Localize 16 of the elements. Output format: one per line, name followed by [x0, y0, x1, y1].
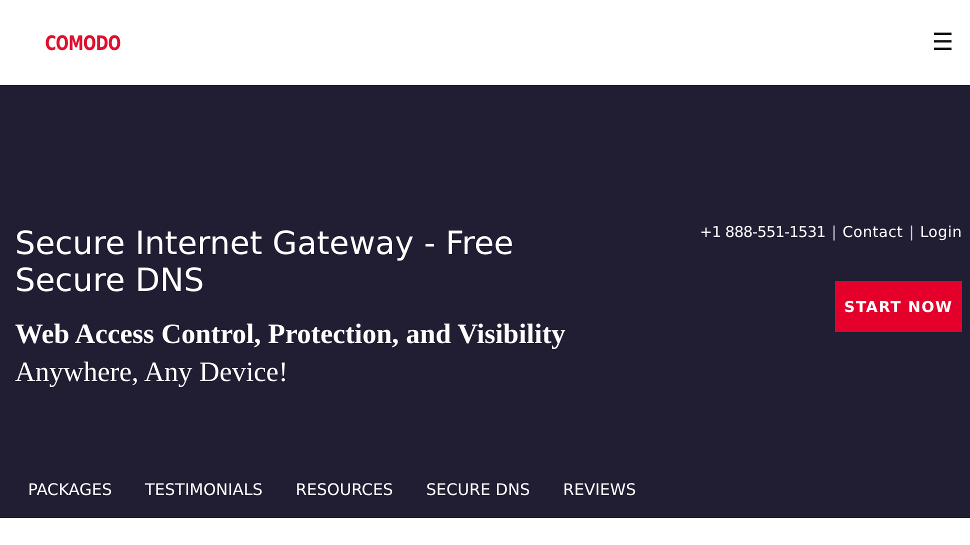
contact-link[interactable]: Login: [920, 223, 962, 241]
nav-link[interactable]: REVIEWS: [563, 480, 636, 499]
subtitle: Web Access Control, Protection, and Visibility: [15, 319, 566, 351]
separator: |: [831, 223, 836, 241]
nav-link[interactable]: SECURE DNS: [426, 480, 530, 499]
tagline: Anywhere, Any Device!: [15, 357, 289, 389]
nav-link[interactable]: PACKAGES: [28, 480, 112, 499]
phone-number: +1 888-551-1531: [700, 223, 826, 241]
nav-link[interactable]: RESOURCES: [296, 480, 394, 499]
contact-link[interactable]: Contact: [842, 223, 903, 241]
logo[interactable]: COMODO: [45, 30, 121, 54]
nav-link[interactable]: TESTIMONIALS: [145, 480, 263, 499]
menu-button[interactable]: ☰: [928, 30, 958, 54]
page-title: Secure Internet Gateway - Free Secure DNS: [15, 225, 515, 299]
start-now-button[interactable]: START NOW: [835, 281, 962, 332]
separator: |: [908, 223, 914, 241]
